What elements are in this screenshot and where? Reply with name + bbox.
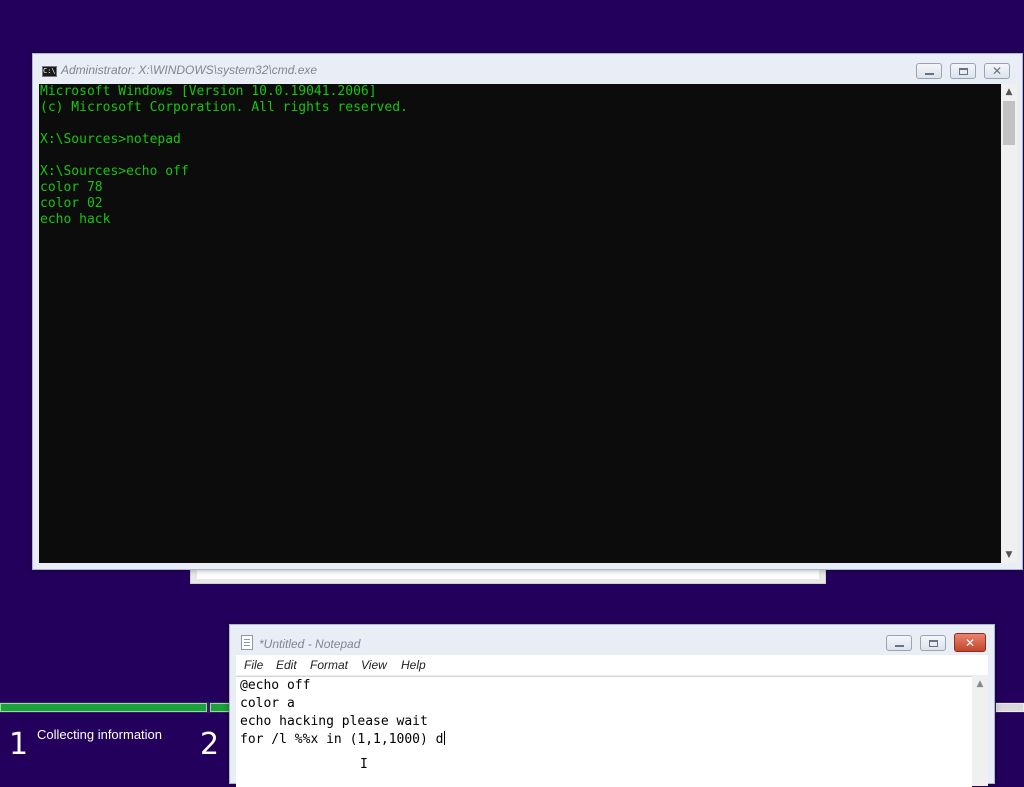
maximize-icon xyxy=(928,639,938,647)
editor-line: color a xyxy=(240,696,295,711)
step-label-1: Collecting information xyxy=(37,727,163,742)
console-line: echo hack xyxy=(40,212,111,227)
editor-line-text: for /l %%x in (1,1,1000) d xyxy=(240,732,444,747)
step-number-2: 2 xyxy=(200,727,220,762)
close-button[interactable]: ✕ xyxy=(984,63,1010,79)
console-line: (c) Microsoft Corporation. All rights re… xyxy=(40,100,408,115)
menu-format[interactable]: Format xyxy=(310,658,348,672)
scroll-down-icon[interactable]: ▼ xyxy=(1001,547,1017,563)
notepad-title: *Untitled - Notepad xyxy=(259,637,361,651)
menu-file[interactable]: File xyxy=(244,658,263,672)
editor-line: @echo off xyxy=(240,678,311,693)
close-icon: ✕ xyxy=(991,64,1003,78)
step-number-1: 1 xyxy=(9,727,29,762)
console-output[interactable]: Microsoft Windows [Version 10.0.19041.20… xyxy=(39,84,1001,563)
progress-segment-2 xyxy=(210,703,230,712)
close-icon: ✕ xyxy=(964,635,976,650)
minimize-button[interactable] xyxy=(916,63,942,79)
notepad-close-button[interactable]: ✕ xyxy=(954,633,986,652)
editor-line: echo hacking please wait xyxy=(240,714,428,729)
console-line: color 02 xyxy=(40,196,103,211)
menu-edit[interactable]: Edit xyxy=(276,658,297,672)
minimize-icon xyxy=(924,72,934,75)
cmd-icon: C:\ xyxy=(42,66,57,77)
restore-icon xyxy=(958,67,968,75)
console-line: color 78 xyxy=(40,180,103,195)
console-line: Microsoft Windows [Version 10.0.19041.20… xyxy=(40,84,377,99)
notepad-vertical-scrollbar[interactable]: ▲ xyxy=(972,676,988,786)
notepad-maximize-button[interactable] xyxy=(920,635,946,651)
cmd-vertical-scrollbar[interactable]: ▲ ▼ xyxy=(1001,84,1017,563)
cmd-titlebar[interactable]: C:\ Administrator: X:\WINDOWS\system32\c… xyxy=(33,54,1022,84)
console-line: X:\Sources>notepad xyxy=(40,132,181,147)
notepad-icon xyxy=(241,635,253,650)
scroll-thumb[interactable] xyxy=(1003,101,1015,145)
menu-help[interactable]: Help xyxy=(401,658,426,672)
notepad-minimize-button[interactable] xyxy=(886,635,912,651)
console-line: X:\Sources>echo off xyxy=(40,164,189,179)
text-caret xyxy=(443,731,445,745)
editor-line-current: for /l %%x in (1,1,1000) d xyxy=(236,731,972,749)
ibeam-cursor-icon: I xyxy=(360,757,368,772)
notepad-text-area[interactable]: @echo off color a echo hacking please wa… xyxy=(236,676,972,787)
maximize-button[interactable] xyxy=(950,63,976,79)
scroll-up-icon[interactable]: ▲ xyxy=(972,676,988,692)
notepad-menubar: File Edit Format View Help xyxy=(236,655,988,675)
menu-view[interactable]: View xyxy=(361,658,387,672)
notepad-titlebar[interactable]: *Untitled - Notepad ✕ xyxy=(230,625,994,655)
cmd-title: Administrator: X:\WINDOWS\system32\cmd.e… xyxy=(61,63,318,77)
minimize-icon xyxy=(894,644,904,647)
scroll-up-icon[interactable]: ▲ xyxy=(1001,84,1017,100)
progress-segment-1 xyxy=(0,703,207,712)
progress-segment-3 xyxy=(996,703,1024,712)
notepad-window[interactable]: *Untitled - Notepad ✕ File Edit Format V… xyxy=(229,624,995,787)
cmd-window[interactable]: C:\ Administrator: X:\WINDOWS\system32\c… xyxy=(32,53,1023,570)
